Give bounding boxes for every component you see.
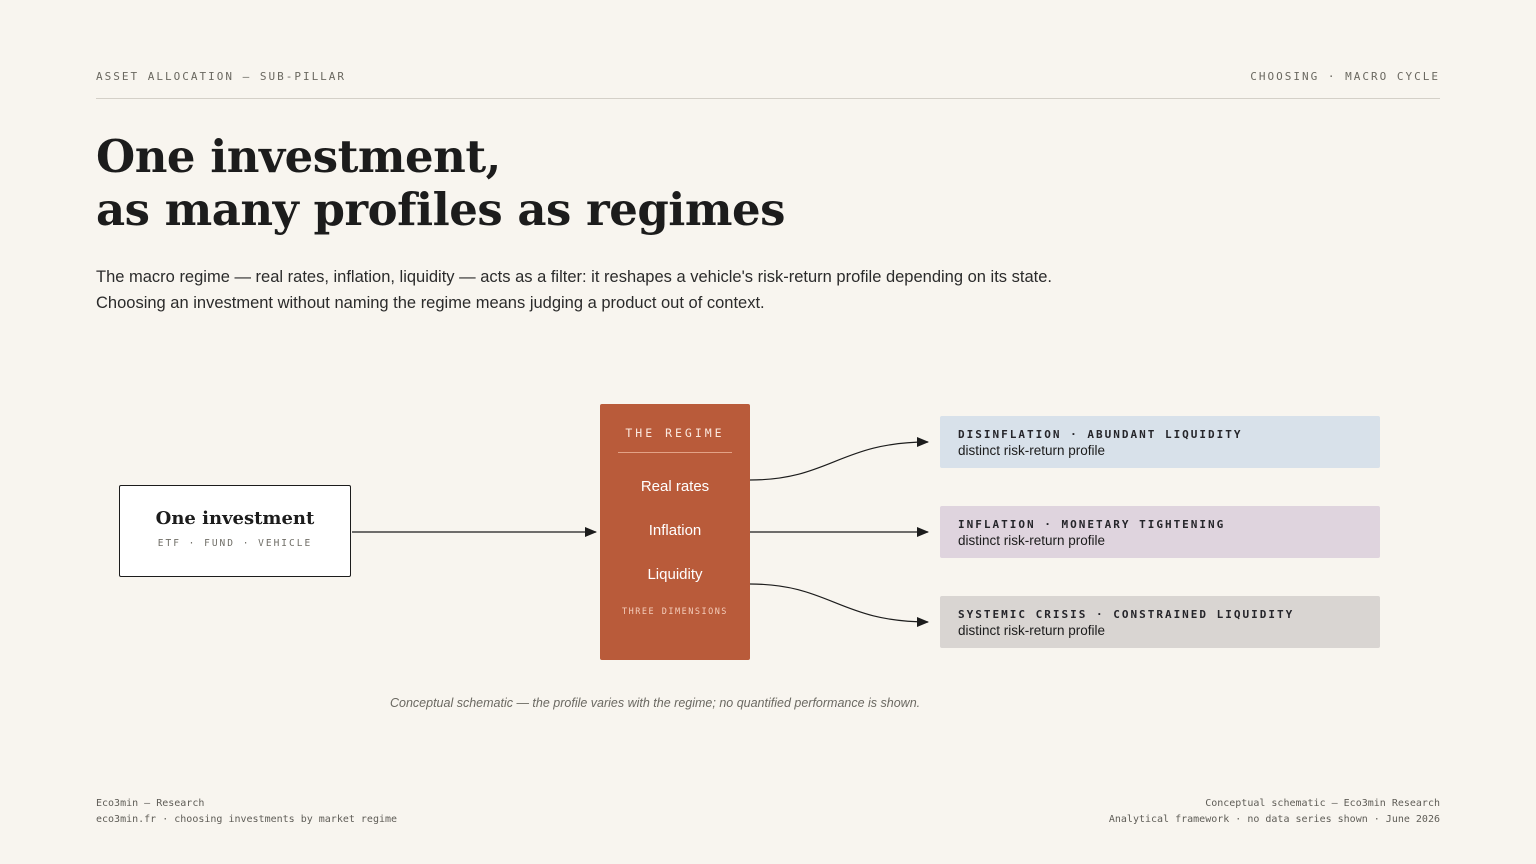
lede-line-1: The macro regime — real rates, inflation… <box>96 268 1052 286</box>
footer-site: eco3min.fr · choosing investments by mar… <box>96 814 398 825</box>
footer-note: Analytical framework · no data series sh… <box>1108 814 1440 825</box>
investment-node-subtitle: ETF · FUND · VEHICLE <box>157 538 313 549</box>
regime-node: THE REGIME Real rates Inflation Liquidit… <box>600 404 750 660</box>
page-title: One investment, as many profiles as regi… <box>96 130 785 236</box>
profile-node-inflation: INFLATION · MONETARY TIGHTENING distinct… <box>940 506 1380 558</box>
arrow-regime-to-profile-1 <box>749 437 929 481</box>
footer-publisher: Eco3min — Research <box>96 798 205 809</box>
profile-description: distinct risk-return profile <box>958 443 1106 458</box>
investment-node: One investment ETF · FUND · VEHICLE <box>119 485 351 577</box>
profile-node-systemic-crisis: SYSTEMIC CRISIS · CONSTRAINED LIQUIDITY … <box>940 596 1380 648</box>
profile-heading: SYSTEMIC CRISIS · CONSTRAINED LIQUIDITY <box>958 608 1295 621</box>
page-title-line-1: One investment, <box>96 130 501 183</box>
profile-node-disinflation: DISINFLATION · ABUNDANT LIQUIDITY distin… <box>940 416 1380 468</box>
lede-paragraph: The macro regime — real rates, inflation… <box>96 264 1296 316</box>
arrow-regime-to-profile-3 <box>749 583 929 627</box>
regime-divider <box>618 452 732 453</box>
lede-line-2: Choosing an investment without naming th… <box>96 294 765 312</box>
topic-kicker: CHOOSING · MACRO CYCLE <box>1250 70 1440 83</box>
profile-heading: DISINFLATION · ABUNDANT LIQUIDITY <box>958 428 1243 441</box>
regime-dimensions: Real rates Inflation Liquidity <box>600 465 750 597</box>
investment-node-title: One investment <box>155 508 315 529</box>
footer-source: Conceptual schematic — Eco3min Research <box>1205 798 1440 809</box>
profile-description: distinct risk-return profile <box>958 623 1106 638</box>
profile-heading: INFLATION · MONETARY TIGHTENING <box>958 518 1226 531</box>
regime-dimension-real-rates: Real rates <box>640 478 710 495</box>
top-bar: ASSET ALLOCATION — SUB-PILLAR CHOOSING ·… <box>96 68 1440 99</box>
page-title-line-2: as many profiles as regimes <box>96 183 785 236</box>
footer-right: Conceptual schematic — Eco3min Research … <box>1109 796 1440 828</box>
section-kicker: ASSET ALLOCATION — SUB-PILLAR <box>96 70 347 83</box>
footer-left: Eco3min — Research eco3min.fr · choosing… <box>96 796 397 828</box>
profile-description: distinct risk-return profile <box>958 533 1106 548</box>
regime-dimension-inflation: Inflation <box>648 522 702 539</box>
regime-node-footer: THREE DIMENSIONS <box>622 607 728 617</box>
regime-node-heading: THE REGIME <box>625 426 725 440</box>
diagram-caption: Conceptual schematic — the profile varie… <box>390 696 921 710</box>
regime-dimension-liquidity: Liquidity <box>647 566 703 583</box>
